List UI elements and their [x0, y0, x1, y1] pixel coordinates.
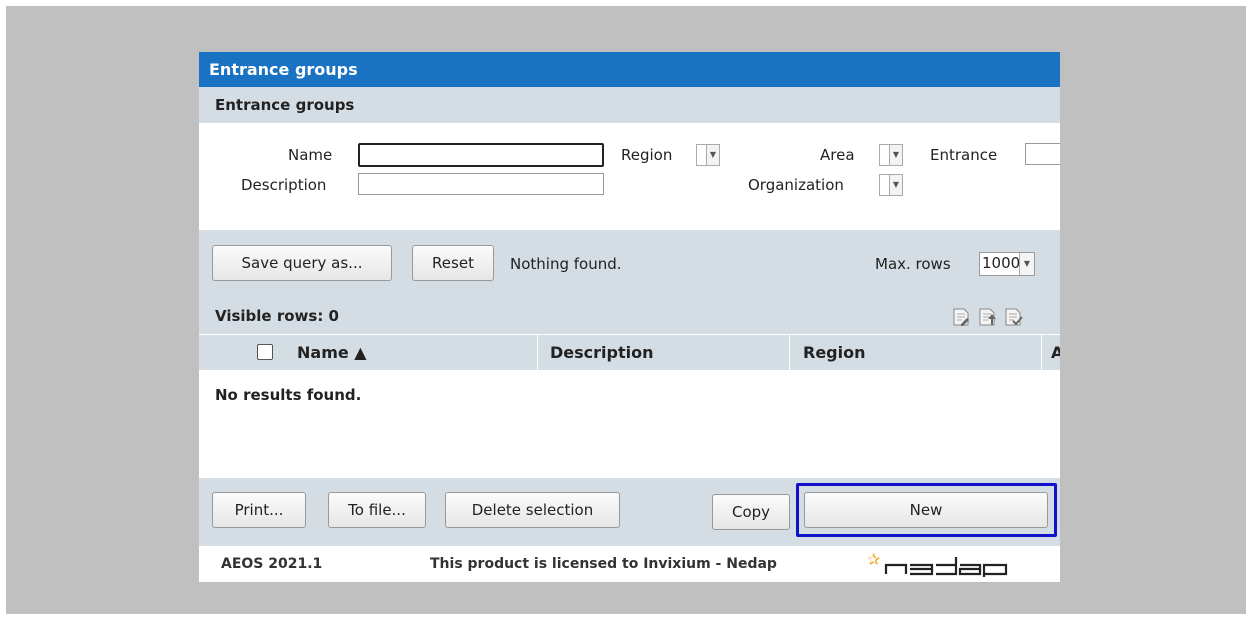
svg-text:✰: ✰: [867, 551, 881, 569]
column-header-region[interactable]: Region: [803, 335, 866, 370]
copy-button[interactable]: Copy: [712, 494, 790, 530]
area-select[interactable]: ▼: [879, 144, 903, 166]
nedap-logo: ✰: [867, 551, 1008, 577]
description-input[interactable]: [358, 173, 604, 195]
column-header-area[interactable]: A: [1051, 335, 1060, 370]
max-rows-label: Max. rows: [875, 255, 951, 273]
new-button[interactable]: New: [804, 492, 1048, 528]
delete-selection-button[interactable]: Delete selection: [445, 492, 620, 528]
version-label: AEOS 2021.1: [221, 556, 323, 572]
entrance-select[interactable]: [1025, 143, 1060, 165]
query-status: Nothing found.: [510, 255, 622, 273]
save-query-button[interactable]: Save query as...: [212, 245, 392, 281]
license-text: This product is licensed to Invixium - N…: [430, 556, 777, 572]
description-label: Description: [241, 176, 327, 194]
max-rows-select[interactable]: 1000 ▼: [979, 252, 1035, 276]
chevron-down-icon: ▼: [889, 145, 902, 165]
column-header-name[interactable]: Name ▲: [297, 335, 367, 370]
check-list-icon[interactable]: [1003, 307, 1023, 327]
region-label: Region: [621, 146, 673, 164]
name-label: Name: [288, 146, 333, 164]
export-icon[interactable]: [977, 307, 997, 327]
area-label: Area: [820, 146, 855, 164]
max-rows-value: 1000: [982, 254, 1021, 272]
visible-rows-count: Visible rows: 0: [215, 307, 339, 325]
print-button[interactable]: Print...: [212, 492, 306, 528]
column-header-description[interactable]: Description: [550, 335, 653, 370]
entrance-groups-window: Entrance groups Entrance groups Name Reg…: [199, 52, 1060, 582]
window-title: Entrance groups: [199, 52, 1060, 87]
column-divider: [537, 335, 538, 370]
footer: AEOS 2021.1 This product is licensed to …: [199, 546, 1060, 582]
name-input[interactable]: [358, 143, 604, 167]
chevron-down-icon: ▼: [1019, 253, 1034, 275]
organization-select[interactable]: ▼: [879, 174, 903, 196]
visible-rows-bar: Visible rows: 0: [199, 300, 1060, 334]
edit-columns-icon[interactable]: [951, 307, 971, 327]
chevron-down-icon: ▼: [706, 145, 719, 165]
to-file-button[interactable]: To file...: [328, 492, 426, 528]
empty-results-message: No results found.: [215, 386, 362, 404]
column-divider: [1041, 335, 1042, 370]
entrance-label: Entrance: [930, 146, 998, 164]
region-select[interactable]: ▼: [696, 144, 720, 166]
chevron-down-icon: ▼: [889, 175, 902, 195]
organization-label: Organization: [748, 176, 844, 194]
reset-button[interactable]: Reset: [412, 245, 494, 281]
select-all-checkbox[interactable]: [257, 344, 273, 360]
results-table-header: Name ▲ Description Region A: [199, 334, 1060, 370]
section-title: Entrance groups: [199, 87, 1060, 123]
column-divider: [789, 335, 790, 370]
